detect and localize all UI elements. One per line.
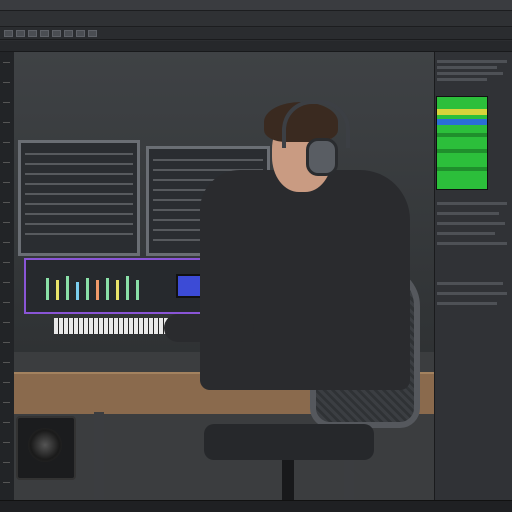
left-monitor (18, 140, 140, 256)
eraser-tool-icon[interactable] (52, 30, 61, 37)
window-titlebar (0, 0, 512, 11)
text-tool-icon[interactable] (64, 30, 73, 37)
person (200, 170, 410, 390)
move-tool-icon[interactable] (4, 30, 13, 37)
crop-tool-icon[interactable] (28, 30, 37, 37)
hand-tool-icon[interactable] (88, 30, 97, 37)
brush-tool-icon[interactable] (40, 30, 49, 37)
speaker (16, 416, 76, 480)
menu-bar (0, 11, 512, 27)
vertical-ruler (0, 52, 15, 500)
preview-thumbnail[interactable] (436, 96, 488, 190)
status-bar (0, 500, 512, 512)
image-canvas[interactable] (14, 52, 434, 500)
zoom-tool-icon[interactable] (76, 30, 85, 37)
document-tab-bar[interactable] (0, 41, 512, 52)
toolbar (0, 28, 512, 40)
select-tool-icon[interactable] (16, 30, 25, 37)
